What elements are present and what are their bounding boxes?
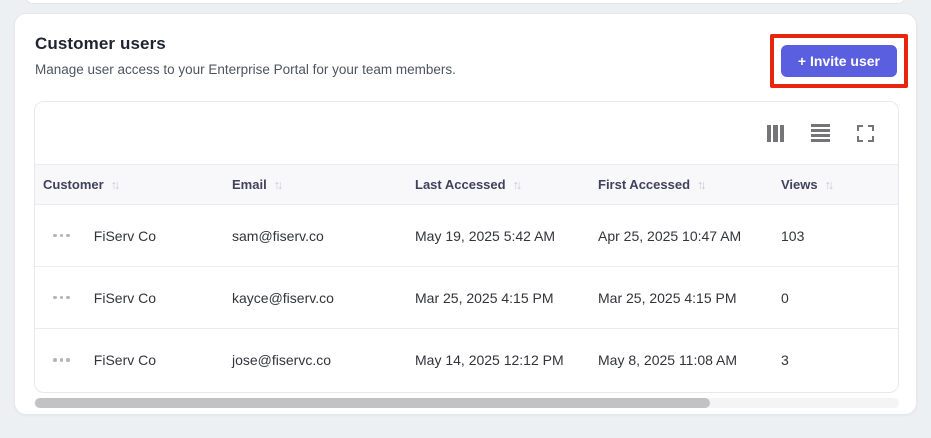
- column-header-label: Last Accessed: [415, 177, 506, 192]
- sort-icon: ↑↓: [273, 177, 283, 192]
- customer-cell: FiServ Co: [35, 228, 224, 244]
- column-header-label: Customer: [43, 177, 104, 192]
- customer-cell: FiServ Co: [35, 352, 224, 368]
- email-cell: jose@fiservc.co: [232, 352, 332, 368]
- columns-icon[interactable]: [766, 124, 784, 142]
- row-actions-menu-icon[interactable]: [53, 230, 70, 242]
- column-header-email[interactable]: Email ↑↓: [224, 177, 407, 192]
- last-accessed-cell: Mar 25, 2025 4:15 PM: [415, 289, 554, 306]
- customer-name: FiServ Co: [93, 289, 157, 306]
- sort-icon: ↑↓: [110, 177, 120, 192]
- last-accessed-cell: May 19, 2025 5:42 AM: [415, 227, 556, 244]
- views-cell: 103: [781, 227, 805, 244]
- column-header-label: Views: [781, 177, 818, 192]
- table-header-row: Customer ↑↓ Email ↑↓ Last Accessed ↑↓ Fi…: [35, 164, 898, 205]
- invite-user-button[interactable]: + Invite user: [780, 45, 897, 77]
- table-row: FiServ Co kayce@fiserv.co Mar 25, 2025 4…: [35, 267, 898, 329]
- views-cell: 3: [781, 352, 789, 368]
- annotation-highlight-box: + Invite user: [769, 34, 908, 88]
- card-header: Customer users Manage user access to you…: [35, 34, 896, 77]
- row-actions-menu-icon[interactable]: [53, 292, 70, 304]
- row-density-icon[interactable]: [811, 123, 830, 143]
- column-header-label: First Accessed: [598, 177, 691, 192]
- table-body: FiServ Co sam@fiserv.co May 19, 2025 5:4…: [35, 205, 898, 391]
- first-accessed-cell: Mar 25, 2025 4:15 PM: [598, 289, 737, 306]
- customer-name: FiServ Co: [93, 352, 157, 368]
- customer-cell: FiServ Co: [35, 290, 224, 306]
- column-header-customer[interactable]: Customer ↑↓: [35, 177, 224, 192]
- last-accessed-cell: May 14, 2025 12:12 PM: [415, 352, 564, 368]
- table-row: FiServ Co jose@fiservc.co May 14, 2025 1…: [35, 329, 898, 391]
- horizontal-scrollbar-thumb[interactable]: [35, 398, 710, 408]
- column-header-first-accessed[interactable]: First Accessed ↑↓: [590, 177, 773, 192]
- row-actions-menu-icon[interactable]: [53, 354, 70, 366]
- first-accessed-cell: May 8, 2025 11:08 AM: [598, 352, 738, 368]
- table-toolbar: [35, 102, 898, 164]
- column-header-label: Email: [232, 177, 267, 192]
- sort-icon: ↑↓: [697, 177, 706, 192]
- table-row: FiServ Co sam@fiserv.co May 19, 2025 5:4…: [35, 205, 898, 267]
- email-cell: kayce@fiserv.co: [232, 289, 334, 306]
- users-table-container: Customer ↑↓ Email ↑↓ Last Accessed ↑↓ Fi…: [34, 101, 899, 393]
- sort-icon: ↑↓: [512, 177, 522, 192]
- views-cell: 0: [781, 289, 789, 306]
- fullscreen-icon[interactable]: [857, 124, 874, 142]
- column-header-views[interactable]: Views ↑↓: [773, 177, 898, 192]
- customer-name: FiServ Co: [93, 227, 157, 244]
- first-accessed-cell: Apr 25, 2025 10:47 AM: [598, 227, 742, 244]
- cut-off-top-element: [25, 0, 906, 4]
- horizontal-scrollbar-track[interactable]: [34, 398, 899, 408]
- customer-users-card: Customer users Manage user access to you…: [14, 13, 917, 415]
- page-title: Customer users: [35, 34, 166, 53]
- page-subtitle: Manage user access to your Enterprise Po…: [35, 62, 456, 77]
- email-cell: sam@fiserv.co: [232, 227, 324, 244]
- column-header-last-accessed[interactable]: Last Accessed ↑↓: [407, 177, 590, 192]
- sort-icon: ↑↓: [824, 177, 834, 192]
